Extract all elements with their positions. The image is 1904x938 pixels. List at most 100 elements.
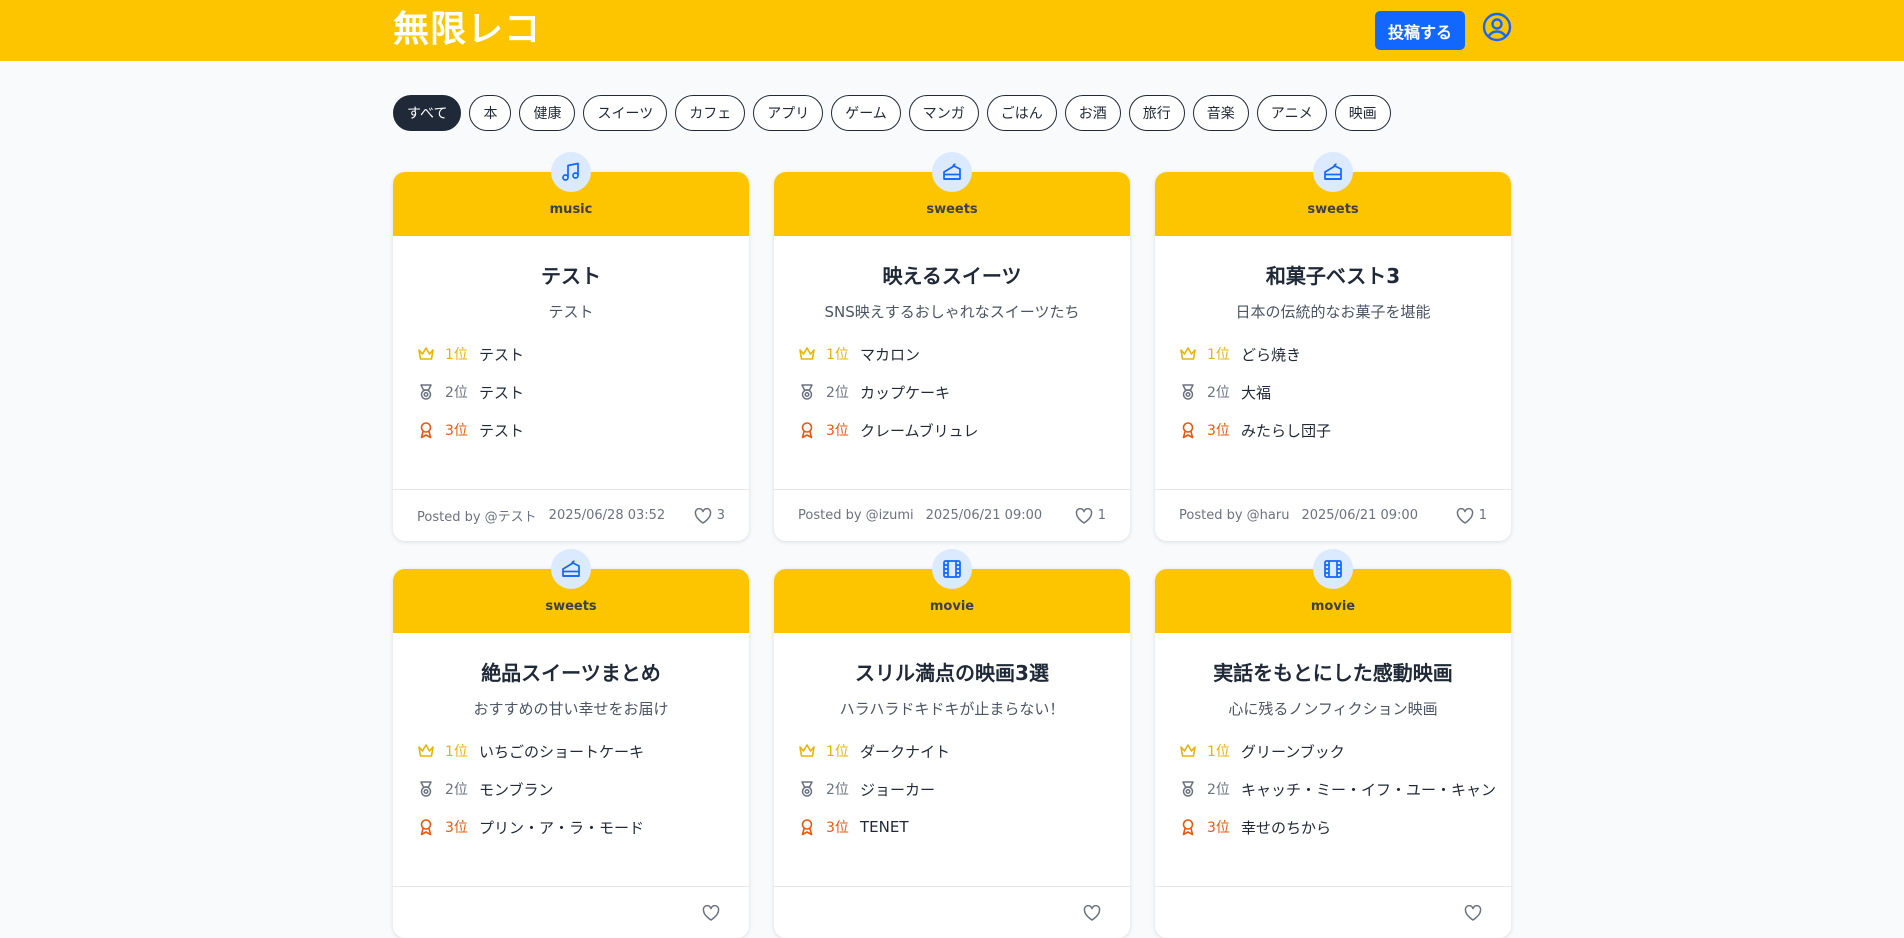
card-category-header: movie bbox=[1155, 549, 1511, 633]
rank-item: キャッチ・ミー・イフ・ユー・キャン bbox=[1241, 780, 1497, 799]
ranking-card-grid: music テスト テスト 1位 テスト 2位 テスト 3位 テスト Poste… bbox=[393, 152, 1511, 938]
rank-item: どら焼き bbox=[1241, 345, 1302, 364]
rank-label: 2位 bbox=[826, 385, 849, 401]
cake-icon bbox=[551, 549, 591, 589]
medal-icon bbox=[1179, 382, 1199, 402]
ranking-card[interactable]: movie 実話をもとにした感動映画 心に残るノンフィクション映画 1位 グリー… bbox=[1155, 549, 1511, 938]
rank-label: 3位 bbox=[445, 423, 468, 439]
rank-label: 2位 bbox=[1207, 385, 1230, 401]
card-description: 心に残るノンフィクション映画 bbox=[1228, 700, 1438, 718]
card-title: 和菓子ベスト3 bbox=[1265, 264, 1401, 288]
card-category-header: sweets bbox=[393, 549, 749, 633]
card-footer: Posted by @haru 2025/06/21 09:00 1 bbox=[1155, 489, 1511, 541]
filter-chip-movies[interactable]: 映画 bbox=[1334, 95, 1391, 131]
card-title: 実話をもとにした感動映画 bbox=[1213, 661, 1453, 685]
like-button[interactable]: 1 bbox=[1456, 507, 1487, 524]
like-count: 1 bbox=[1478, 508, 1487, 523]
rank-label: 1位 bbox=[1207, 347, 1230, 363]
category-label: movie bbox=[1310, 599, 1356, 614]
ranking-card[interactable]: sweets 和菓子ベスト3 日本の伝統的なお菓子を堪能 1位 どら焼き 2位 … bbox=[1155, 152, 1511, 541]
heart-icon bbox=[1456, 507, 1474, 524]
film-icon bbox=[932, 549, 972, 589]
rank-row-2: 2位 テスト bbox=[417, 373, 749, 411]
card-category-header: movie bbox=[774, 549, 1130, 633]
card-category-header: music bbox=[393, 152, 749, 236]
rank-row-2: 2位 モンブラン bbox=[417, 770, 749, 808]
rank-row-2: 2位 大福 bbox=[1179, 373, 1511, 411]
app-header: 無限レコ 投稿する bbox=[0, 0, 1904, 61]
rank-item: クレームブリュレ bbox=[860, 421, 979, 440]
rank-list: 1位 ダークナイト 2位 ジョーカー 3位 TENET bbox=[774, 732, 1130, 846]
filter-chip-books[interactable]: 本 bbox=[469, 95, 512, 131]
award-ribbon-icon bbox=[798, 817, 818, 837]
rank-label: 2位 bbox=[1207, 782, 1230, 798]
rank-row-1: 1位 マカロン bbox=[798, 335, 1130, 373]
rank-item: テスト bbox=[479, 421, 525, 440]
card-footer: Posted by @izumi 2025/06/21 09:00 1 bbox=[774, 489, 1130, 541]
card-footer bbox=[393, 886, 749, 938]
rank-label: 3位 bbox=[1207, 820, 1230, 836]
rank-list: 1位 どら焼き 2位 大福 3位 みたらし団子 bbox=[1155, 335, 1511, 449]
heart-icon bbox=[694, 507, 712, 524]
rank-item: TENET bbox=[860, 818, 909, 836]
post-date: 2025/06/21 09:00 bbox=[1301, 508, 1418, 523]
rank-item: プリン・ア・ラ・モード bbox=[479, 818, 645, 837]
rank-label: 3位 bbox=[826, 820, 849, 836]
author-link[interactable]: Posted by @テスト bbox=[417, 506, 537, 525]
rank-label: 2位 bbox=[445, 782, 468, 798]
filter-chip-travel[interactable]: 旅行 bbox=[1128, 95, 1185, 131]
user-account-icon[interactable] bbox=[1481, 11, 1513, 43]
post-button[interactable]: 投稿する bbox=[1375, 11, 1465, 50]
award-ribbon-icon bbox=[417, 817, 437, 837]
filter-chip-manga[interactable]: マンガ bbox=[908, 95, 979, 131]
filter-chip-health[interactable]: 健康 bbox=[519, 95, 576, 131]
rank-item: グリーンブック bbox=[1241, 742, 1345, 761]
crown-icon bbox=[417, 344, 437, 364]
rank-label: 3位 bbox=[826, 423, 849, 439]
filter-chip-food[interactable]: ごはん bbox=[986, 95, 1057, 131]
card-description: SNS映えするおしゃれなスイーツたち bbox=[824, 303, 1080, 321]
filter-chip-music[interactable]: 音楽 bbox=[1192, 95, 1249, 131]
rank-row-3: 3位 テスト bbox=[417, 411, 749, 449]
like-button[interactable]: 3 bbox=[694, 507, 725, 524]
medal-icon bbox=[1179, 779, 1199, 799]
filter-chip-anime[interactable]: アニメ bbox=[1256, 95, 1327, 131]
rank-row-2: 2位 カップケーキ bbox=[798, 373, 1130, 411]
filter-chip-sweets[interactable]: スイーツ bbox=[583, 95, 668, 131]
filter-chip-cafe[interactable]: カフェ bbox=[675, 95, 746, 131]
rank-label: 1位 bbox=[445, 744, 468, 760]
rank-row-1: 1位 いちごのショートケーキ bbox=[417, 732, 749, 770]
award-ribbon-icon bbox=[1179, 420, 1199, 440]
filter-chip-apps[interactable]: アプリ bbox=[753, 95, 824, 131]
rank-row-2: 2位 ジョーカー bbox=[798, 770, 1130, 808]
medal-icon bbox=[798, 779, 818, 799]
category-label: sweets bbox=[1307, 202, 1359, 217]
app-logo[interactable]: 無限レコ bbox=[393, 8, 541, 52]
heart-icon bbox=[1075, 507, 1093, 524]
rank-row-3: 3位 幸せのちから bbox=[1179, 808, 1511, 846]
card-footer bbox=[1155, 886, 1511, 938]
author-link[interactable]: Posted by @haru bbox=[1179, 508, 1289, 523]
card-footer: Posted by @テスト 2025/06/28 03:52 3 bbox=[393, 489, 749, 541]
rank-item: テスト bbox=[479, 345, 525, 364]
ranking-card[interactable]: music テスト テスト 1位 テスト 2位 テスト 3位 テスト Poste… bbox=[393, 152, 749, 541]
rank-label: 3位 bbox=[445, 820, 468, 836]
category-label: sweets bbox=[926, 202, 978, 217]
rank-item: ジョーカー bbox=[860, 780, 936, 799]
filter-chip-all[interactable]: すべて bbox=[393, 95, 462, 131]
rank-list: 1位 テスト 2位 テスト 3位 テスト bbox=[393, 335, 749, 449]
ranking-card[interactable]: movie スリル満点の映画3選 ハラハラドキドキが止まらない！ 1位 ダークナ… bbox=[774, 549, 1130, 938]
cake-icon bbox=[1313, 152, 1353, 192]
author-link[interactable]: Posted by @izumi bbox=[798, 508, 914, 523]
ranking-card[interactable]: sweets 映えるスイーツ SNS映えするおしゃれなスイーツたち 1位 マカロ… bbox=[774, 152, 1130, 541]
medal-icon bbox=[798, 382, 818, 402]
filter-chip-games[interactable]: ゲーム bbox=[831, 95, 901, 131]
medal-icon bbox=[417, 382, 437, 402]
filter-chip-alcohol[interactable]: お酒 bbox=[1064, 95, 1121, 131]
card-title: 映えるスイーツ bbox=[882, 264, 1022, 288]
ranking-card[interactable]: sweets 絶品スイーツまとめ おすすめの甘い幸せをお届け 1位 いちごのショ… bbox=[393, 549, 749, 938]
award-ribbon-icon bbox=[798, 420, 818, 440]
rank-item: カップケーキ bbox=[860, 383, 951, 402]
rank-item: モンブラン bbox=[479, 780, 554, 799]
like-button[interactable]: 1 bbox=[1075, 507, 1106, 524]
